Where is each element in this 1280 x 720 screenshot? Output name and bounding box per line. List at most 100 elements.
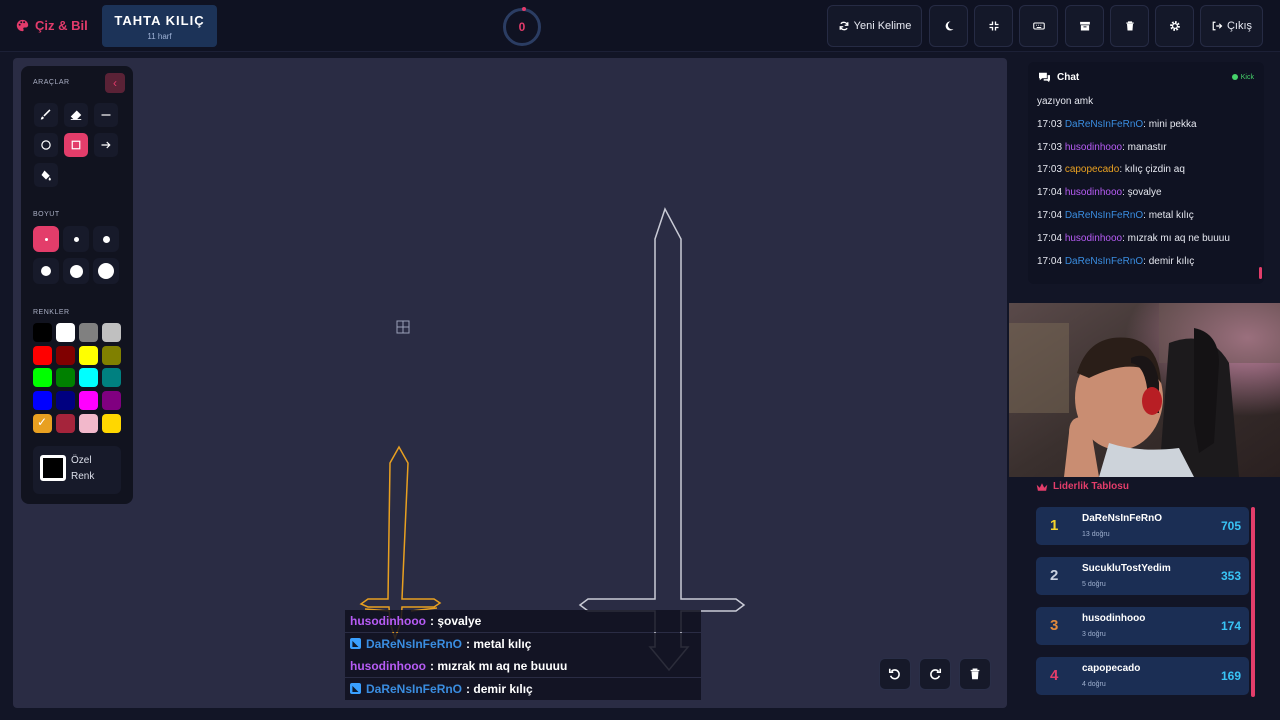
player-name: husodinhooo: [1082, 613, 1146, 624]
kick-icon: ◣: [350, 683, 361, 694]
rectangle-tool[interactable]: [64, 133, 88, 157]
eraser-tool[interactable]: [64, 103, 88, 127]
app-name: Çiz & Bil: [35, 18, 88, 33]
chat-message: yazıyon amk: [1037, 95, 1259, 118]
webcam-feed: [1009, 303, 1280, 477]
redo-icon: [930, 668, 942, 680]
leaderboard-scrollbar[interactable]: [1251, 507, 1255, 697]
arrow-tool[interactable]: [94, 133, 118, 157]
color-swatch[interactable]: [102, 368, 121, 388]
correct-count: 13 doğru: [1082, 531, 1110, 538]
refresh-icon: [839, 21, 849, 31]
archive-button[interactable]: [1065, 5, 1104, 47]
chat-message: 17:03 husodinhooo: manastır: [1037, 141, 1259, 164]
fullscreen-button[interactable]: [974, 5, 1013, 47]
settings-button[interactable]: [1155, 5, 1194, 47]
word-hint: 11 harf: [147, 32, 172, 41]
chat-username[interactable]: husodinhooo: [1065, 142, 1122, 153]
app-logo[interactable]: Çiz & Bil: [16, 18, 88, 33]
tools-panel: ARAÇLAR ‹ BOYUT RENKLER Özel Renk: [21, 66, 133, 504]
custom-color-label: Özel Renk: [71, 455, 95, 482]
color-swatch[interactable]: [33, 413, 52, 433]
feed-item: husodinhooo: mızrak mı aq ne buuuu: [345, 655, 701, 677]
color-swatch[interactable]: [102, 391, 121, 411]
tools-section-label: ARAÇLAR: [33, 79, 70, 86]
new-word-label: Yeni Kelime: [853, 20, 912, 32]
archive-icon: [1079, 21, 1090, 31]
chevron-left-icon: ‹: [113, 76, 117, 90]
chat-message: 17:04 DaReNsInFeRnO: metal kılıç: [1037, 209, 1259, 232]
clear-button[interactable]: [1110, 5, 1149, 47]
rank-number: 1: [1050, 517, 1059, 534]
color-swatch[interactable]: [56, 345, 75, 365]
size-option-2[interactable]: [63, 226, 89, 252]
size-option-3[interactable]: [93, 226, 119, 252]
chat-panel: Chat Kick yazıyon amk 17:03 DaReNsInFeRnO…: [1028, 62, 1264, 284]
chat-username[interactable]: DaReNsInFeRnO: [1065, 119, 1143, 130]
brush-tool[interactable]: [34, 103, 58, 127]
size-option-5[interactable]: [63, 258, 89, 284]
color-swatch[interactable]: [33, 345, 52, 365]
palette-icon: [16, 19, 29, 32]
circle-tool[interactable]: [34, 133, 58, 157]
chat-username[interactable]: husodinhooo: [1065, 187, 1122, 198]
color-swatch[interactable]: [79, 391, 98, 411]
sign-out-icon: [1212, 21, 1223, 31]
chat-username[interactable]: DaReNsInFeRnO: [1065, 256, 1143, 267]
platform-label: Kick: [1240, 73, 1254, 81]
feed-item: husodinhooo: şovalye: [345, 610, 701, 632]
color-swatch[interactable]: [56, 391, 75, 411]
color-swatch[interactable]: [33, 323, 52, 342]
line-icon: [101, 114, 111, 116]
logout-button[interactable]: Çıkış: [1200, 5, 1263, 47]
custom-color-button[interactable]: Özel Renk: [33, 446, 121, 494]
chat-messages[interactable]: yazıyon amk 17:03 DaReNsInFeRnO: mini pek…: [1037, 95, 1259, 277]
chat-text: : şovalye: [1122, 187, 1162, 199]
trash-icon: [970, 668, 980, 680]
color-swatch[interactable]: [102, 323, 121, 342]
rank-number: 4: [1050, 667, 1059, 684]
new-word-button[interactable]: Yeni Kelime: [827, 5, 922, 47]
color-swatch[interactable]: [79, 368, 98, 388]
chat-time: 17:04: [1037, 232, 1063, 244]
keyboard-button[interactable]: [1019, 5, 1058, 47]
chat-message: 17:03 DaReNsInFeRnO: mini pekka: [1037, 118, 1259, 141]
color-swatch[interactable]: [33, 368, 52, 388]
color-swatch[interactable]: [102, 413, 121, 433]
color-swatch[interactable]: [102, 345, 121, 365]
chat-username[interactable]: capopecado: [1065, 164, 1120, 175]
white-sword-drawing: [578, 207, 746, 672]
size-option-4[interactable]: [33, 258, 59, 284]
chat-username[interactable]: husodinhooo: [1065, 233, 1122, 244]
color-swatch[interactable]: [56, 413, 75, 433]
chat-text: : kılıç çizdin aq: [1119, 164, 1185, 176]
feed-username: husodinhooo: [350, 659, 426, 673]
clear-canvas-button[interactable]: [959, 658, 991, 690]
current-word: TAHTA KILIÇ 11 harf: [102, 5, 217, 47]
player-score: 705: [1220, 519, 1241, 533]
color-swatch[interactable]: [79, 413, 98, 433]
fill-tool[interactable]: [34, 163, 58, 187]
redo-button[interactable]: [919, 658, 951, 690]
chat-time: 17:03: [1037, 164, 1063, 176]
undo-button[interactable]: [879, 658, 911, 690]
chat-time: 17:04: [1037, 209, 1063, 221]
chat-text: : metal kılıç: [1143, 209, 1194, 221]
color-swatch[interactable]: [56, 323, 75, 342]
size-option-6[interactable]: [93, 258, 119, 284]
color-swatch[interactable]: [79, 323, 98, 342]
chat-text: yazıyon amk: [1037, 96, 1094, 107]
chat-username[interactable]: DaReNsInFeRnO: [1065, 210, 1143, 221]
color-swatch[interactable]: [56, 368, 75, 388]
colors-section-label: RENKLER: [33, 309, 70, 316]
color-swatch[interactable]: [79, 345, 98, 365]
chat-scrollbar[interactable]: [1259, 267, 1262, 279]
collapse-panel-button[interactable]: ‹: [105, 73, 125, 93]
theme-toggle-button[interactable]: [929, 5, 968, 47]
line-tool[interactable]: [94, 103, 118, 127]
leaderboard-row: 2 SucukluTostYedim 5 doğru 353: [1036, 557, 1249, 595]
feed-text: : şovalye: [429, 614, 482, 628]
chat-text: : manastır: [1122, 141, 1167, 153]
color-swatch[interactable]: [33, 391, 52, 411]
size-option-1[interactable]: [33, 226, 59, 252]
